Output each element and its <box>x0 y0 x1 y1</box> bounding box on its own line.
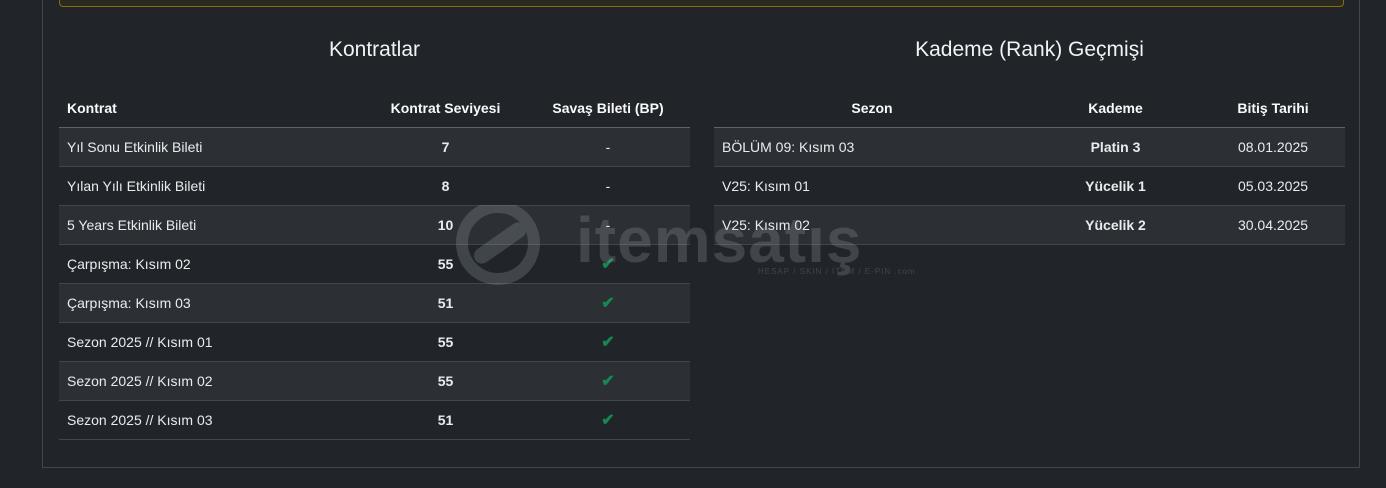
contracts-header-row: Kontrat Kontrat Seviyesi Savaş Bileti (B… <box>59 89 690 128</box>
column-header-season: Sezon <box>714 89 1030 128</box>
rank-history-title: Kademe (Rank) Geçmişi <box>915 38 1144 61</box>
table-row: 5 Years Etkinlik Bileti 10- <box>59 205 690 245</box>
contract-name: 5 Years Etkinlik Bileti <box>59 205 365 245</box>
contract-level: 10 <box>365 205 526 245</box>
rank-history-table: Sezon Kademe Bitiş Tarihi BÖLÜM 09: Kısı… <box>714 89 1345 245</box>
battle-pass-value: - <box>526 205 690 245</box>
table-row: Çarpışma: Kısım 02 55 ✔ <box>59 244 690 284</box>
check-icon: ✔ <box>526 400 690 440</box>
season-name: V25: Kısım 01 <box>714 166 1030 206</box>
contract-name: Sezon 2025 // Kısım 03 <box>59 400 365 440</box>
check-icon: ✔ <box>526 283 690 323</box>
column-header-end-date: Bitiş Tarihi <box>1201 89 1345 128</box>
table-row: Sezon 2025 // Kısım 01 55 ✔ <box>59 322 690 362</box>
table-row: V25: Kısım 02 Yücelik 2 30.04.2025 <box>714 205 1345 245</box>
end-date: 30.04.2025 <box>1201 205 1345 245</box>
end-date: 08.01.2025 <box>1201 127 1345 167</box>
battle-pass-value: - <box>526 127 690 167</box>
contract-name: Yıl Sonu Etkinlik Bileti <box>59 127 365 167</box>
contract-name: Sezon 2025 // Kısım 02 <box>59 361 365 401</box>
rank-value: Yücelik 1 <box>1030 166 1201 206</box>
table-row: Yıl Sonu Etkinlik Bileti 7- <box>59 127 690 167</box>
season-name: BÖLÜM 09: Kısım 03 <box>714 127 1030 167</box>
check-icon: ✔ <box>526 361 690 401</box>
battle-pass-value: - <box>526 166 690 206</box>
season-name: V25: Kısım 02 <box>714 205 1030 245</box>
check-icon: ✔ <box>526 244 690 284</box>
contract-level: 55 <box>365 322 526 362</box>
table-row: Çarpışma: Kısım 03 51 ✔ <box>59 283 690 323</box>
contract-name: Çarpışma: Kısım 03 <box>59 283 365 323</box>
rank-value: Yücelik 2 <box>1030 205 1201 245</box>
table-row: BÖLÜM 09: Kısım 03 Platin 3 08.01.2025 <box>714 127 1345 167</box>
table-row: Sezon 2025 // Kısım 03 51 ✔ <box>59 400 690 440</box>
table-row: Sezon 2025 // Kısım 02 55 ✔ <box>59 361 690 401</box>
column-header-contract: Kontrat <box>59 89 365 128</box>
contract-name: Çarpışma: Kısım 02 <box>59 244 365 284</box>
contracts-table: Kontrat Kontrat Seviyesi Savaş Bileti (B… <box>59 89 690 440</box>
contract-level: 8 <box>365 166 526 206</box>
column-header-battle-pass: Savaş Bileti (BP) <box>526 89 690 128</box>
table-row: V25: Kısım 01 Yücelik 1 05.03.2025 <box>714 166 1345 206</box>
table-row: Yılan Yılı Etkinlik Bileti 8- <box>59 166 690 206</box>
alert-strip <box>59 0 1344 7</box>
contract-level: 55 <box>365 244 526 284</box>
contract-name: Yılan Yılı Etkinlik Bileti <box>59 166 365 206</box>
contract-level: 51 <box>365 400 526 440</box>
column-header-rank: Kademe <box>1030 89 1201 128</box>
contract-level: 51 <box>365 283 526 323</box>
contract-level: 55 <box>365 361 526 401</box>
rank-value: Platin 3 <box>1030 127 1201 167</box>
contract-name: Sezon 2025 // Kısım 01 <box>59 322 365 362</box>
rank-header-row: Sezon Kademe Bitiş Tarihi <box>714 89 1345 128</box>
end-date: 05.03.2025 <box>1201 166 1345 206</box>
column-header-contract-level: Kontrat Seviyesi <box>365 89 526 128</box>
contract-level: 7 <box>365 127 526 167</box>
check-icon: ✔ <box>526 322 690 362</box>
contracts-title: Kontratlar <box>328 38 421 61</box>
